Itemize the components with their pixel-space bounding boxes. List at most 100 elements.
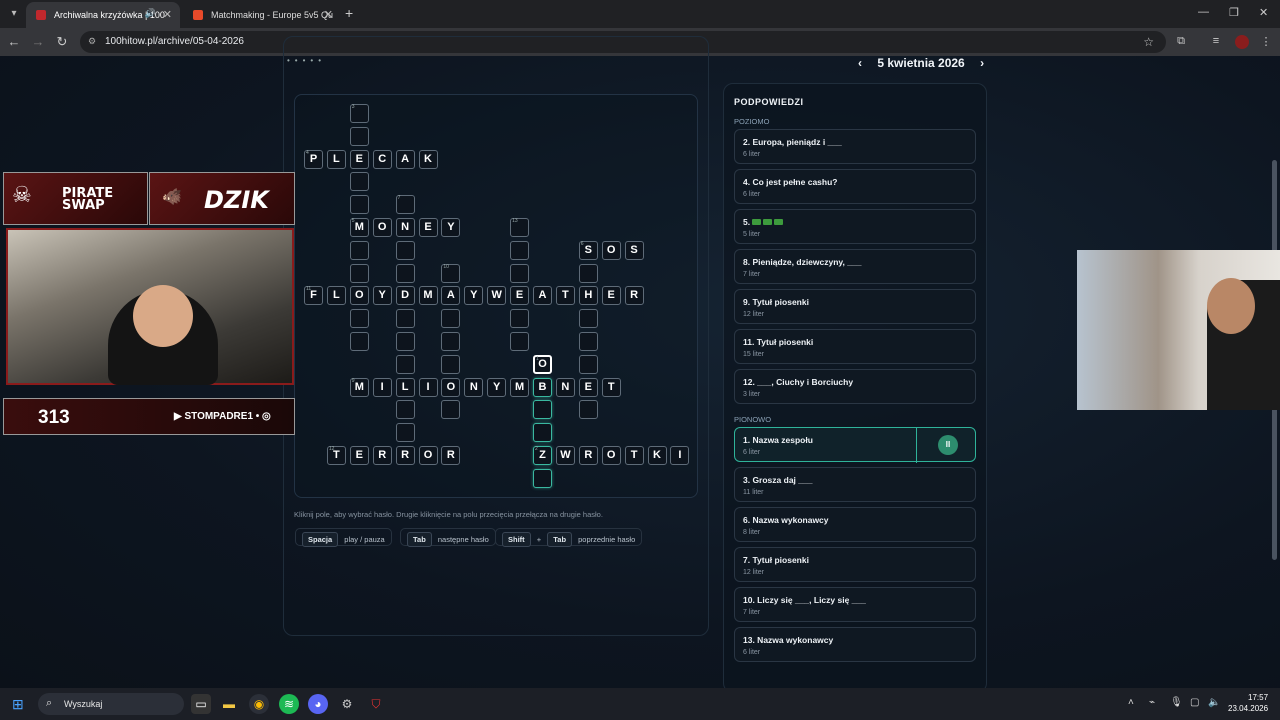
crossword-cell[interactable]: L <box>326 149 346 169</box>
crossword-cell[interactable]: I <box>418 377 438 397</box>
clue-item[interactable]: 1. Nazwa zespołu 6 liter II <box>734 427 976 463</box>
crossword-cell[interactable] <box>578 354 598 374</box>
speaker-icon[interactable]: 🔊 <box>145 8 156 19</box>
next-day-icon[interactable]: › <box>980 56 984 70</box>
crossword-cell[interactable]: O <box>601 240 621 260</box>
clue-item[interactable]: 6. Nazwa wykonawcy 8 liter <box>734 507 976 542</box>
crossword-cell[interactable]: R <box>372 446 392 465</box>
display-icon[interactable]: ▢ <box>1190 697 1199 708</box>
crossword-cell[interactable]: A <box>441 286 461 306</box>
spotify-icon[interactable]: ≋ <box>279 694 299 714</box>
crossword-cell[interactable]: K <box>418 149 438 169</box>
discord-icon[interactable]: ◕ <box>308 694 328 714</box>
crossword-cell[interactable] <box>349 309 369 329</box>
clue-item[interactable]: 2. Europa, pieniądz i ___ 6 liter <box>734 129 976 164</box>
crossword-cell[interactable]: E <box>578 377 598 397</box>
clue-item[interactable]: 4. Co jest pełne cashu? 6 liter <box>734 169 976 204</box>
crossword-cell[interactable]: 13 <box>510 218 530 237</box>
crossword-cell[interactable]: 4P <box>304 149 323 169</box>
bookmark-star-icon[interactable]: ☆ <box>1143 35 1154 49</box>
file-explorer-icon[interactable]: ▬ <box>219 694 239 714</box>
crossword-cell[interactable]: E <box>601 286 621 306</box>
crossword-cell[interactable] <box>349 240 369 260</box>
crossword-cell[interactable] <box>349 172 369 192</box>
minimize-icon[interactable]: — <box>1198 6 1209 18</box>
crossword-cell[interactable]: E <box>418 218 438 237</box>
crossword-cell[interactable]: R <box>395 446 415 465</box>
crossword-cell[interactable] <box>441 332 461 351</box>
crossword-cell[interactable]: S <box>624 240 644 260</box>
crossword-cell[interactable]: I <box>372 377 392 397</box>
crossword-cell[interactable] <box>510 309 530 329</box>
pause-button[interactable]: II <box>938 435 958 455</box>
close-window-icon[interactable]: ✕ <box>1259 6 1268 19</box>
crossword-cell[interactable]: Y <box>372 286 392 306</box>
taskbar-search[interactable]: ⌕ Wyszukaj <box>38 693 184 715</box>
tab-search-icon[interactable]: ▾ <box>6 6 22 22</box>
crossword-cell[interactable]: W <box>487 286 507 306</box>
tab-matchmaking[interactable]: Matchmaking - Europe 5v5 Qu ✕ <box>183 2 341 28</box>
crossword-cell[interactable]: 2Z <box>533 446 552 465</box>
new-tab-button[interactable]: + <box>345 5 353 21</box>
crossword-cell[interactable]: O <box>601 446 621 465</box>
site-info-icon[interactable]: ⚙ <box>88 36 100 48</box>
crossword-cell[interactable]: 12 T <box>326 446 346 465</box>
clue-item[interactable]: 13. Nazwa wykonawcy 6 liter <box>734 627 976 662</box>
media-icon[interactable]: ≡ <box>1209 35 1223 49</box>
crossword-cell[interactable]: M <box>510 377 530 397</box>
crossword-cell[interactable]: 5M <box>349 218 369 237</box>
steam-icon[interactable]: ⚙ <box>337 694 357 714</box>
clue-item[interactable]: 12. ___, Ciuchy i Borciuchy 3 liter <box>734 369 976 404</box>
crossword-cell[interactable]: 6S <box>578 240 598 260</box>
task-view-icon[interactable]: ▭ <box>191 694 211 714</box>
crossword-cell[interactable] <box>510 332 530 351</box>
crossword-cell[interactable]: T <box>624 446 644 465</box>
volume-icon[interactable]: 🔈 <box>1208 697 1220 708</box>
crossword-cell[interactable] <box>533 468 552 488</box>
crossword-cell[interactable]: R <box>624 286 644 306</box>
crossword-cell[interactable]: W <box>555 446 575 465</box>
crossword-cell[interactable] <box>349 332 369 351</box>
chrome-icon[interactable]: ◉ <box>249 694 269 714</box>
crossword-cell[interactable] <box>441 354 461 374</box>
clue-item[interactable]: 5. 5 liter <box>734 209 976 244</box>
crossword-cell[interactable]: B <box>533 377 552 397</box>
crossword-cell[interactable]: K <box>647 446 667 465</box>
crossword-cell[interactable] <box>349 263 369 283</box>
crossword-cell[interactable] <box>441 400 461 420</box>
clue-item[interactable]: 7. Tytuł piosenki 12 liter <box>734 547 976 582</box>
crossword-cell[interactable]: 3 <box>349 104 369 123</box>
extensions-icon[interactable]: ⧉ <box>1174 35 1188 49</box>
crossword-cell[interactable] <box>395 309 415 329</box>
crossword-cell[interactable]: 10 <box>441 263 461 283</box>
crossword-cell[interactable]: 11 F <box>304 286 323 306</box>
crossword-cell[interactable]: 9M <box>349 377 369 397</box>
crossword-cell[interactable]: R <box>441 446 461 465</box>
crossword-cell[interactable] <box>395 354 415 374</box>
crossword-cell[interactable] <box>395 400 415 420</box>
crossword-cell[interactable] <box>533 423 552 443</box>
crossword-cell[interactable] <box>578 400 598 420</box>
crossword-cell[interactable]: N <box>464 377 484 397</box>
crossword-cell[interactable]: T <box>601 377 621 397</box>
crossword-cell[interactable]: 1O <box>533 354 552 374</box>
crossword-cell[interactable]: O <box>418 446 438 465</box>
clue-item[interactable]: 9. Tytuł piosenki 12 liter <box>734 289 976 324</box>
close-tab-icon[interactable]: ✕ <box>163 8 172 21</box>
network-icon[interactable]: ⌁ <box>1149 697 1155 708</box>
crossword-cell[interactable] <box>578 332 598 351</box>
microphone-icon[interactable]: 🎙 <box>1170 697 1183 708</box>
clock[interactable]: 17:57 23.04.2026 <box>1228 692 1268 714</box>
crossword-cell[interactable] <box>395 423 415 443</box>
crossword-cell[interactable] <box>510 240 530 260</box>
crossword-cell[interactable] <box>533 400 552 420</box>
crossword-cell[interactable]: D <box>395 286 415 306</box>
menu-icon[interactable]: ⋮ <box>1259 35 1273 49</box>
crossword-cell[interactable]: O <box>441 377 461 397</box>
crossword-cell[interactable]: E <box>349 446 369 465</box>
crossword-cell[interactable]: E <box>349 149 369 169</box>
reload-icon[interactable]: ↻ <box>54 34 70 50</box>
crossword-cell[interactable] <box>578 309 598 329</box>
faceit-icon[interactable]: ⛉ <box>366 694 386 714</box>
crossword-cell[interactable] <box>349 195 369 215</box>
